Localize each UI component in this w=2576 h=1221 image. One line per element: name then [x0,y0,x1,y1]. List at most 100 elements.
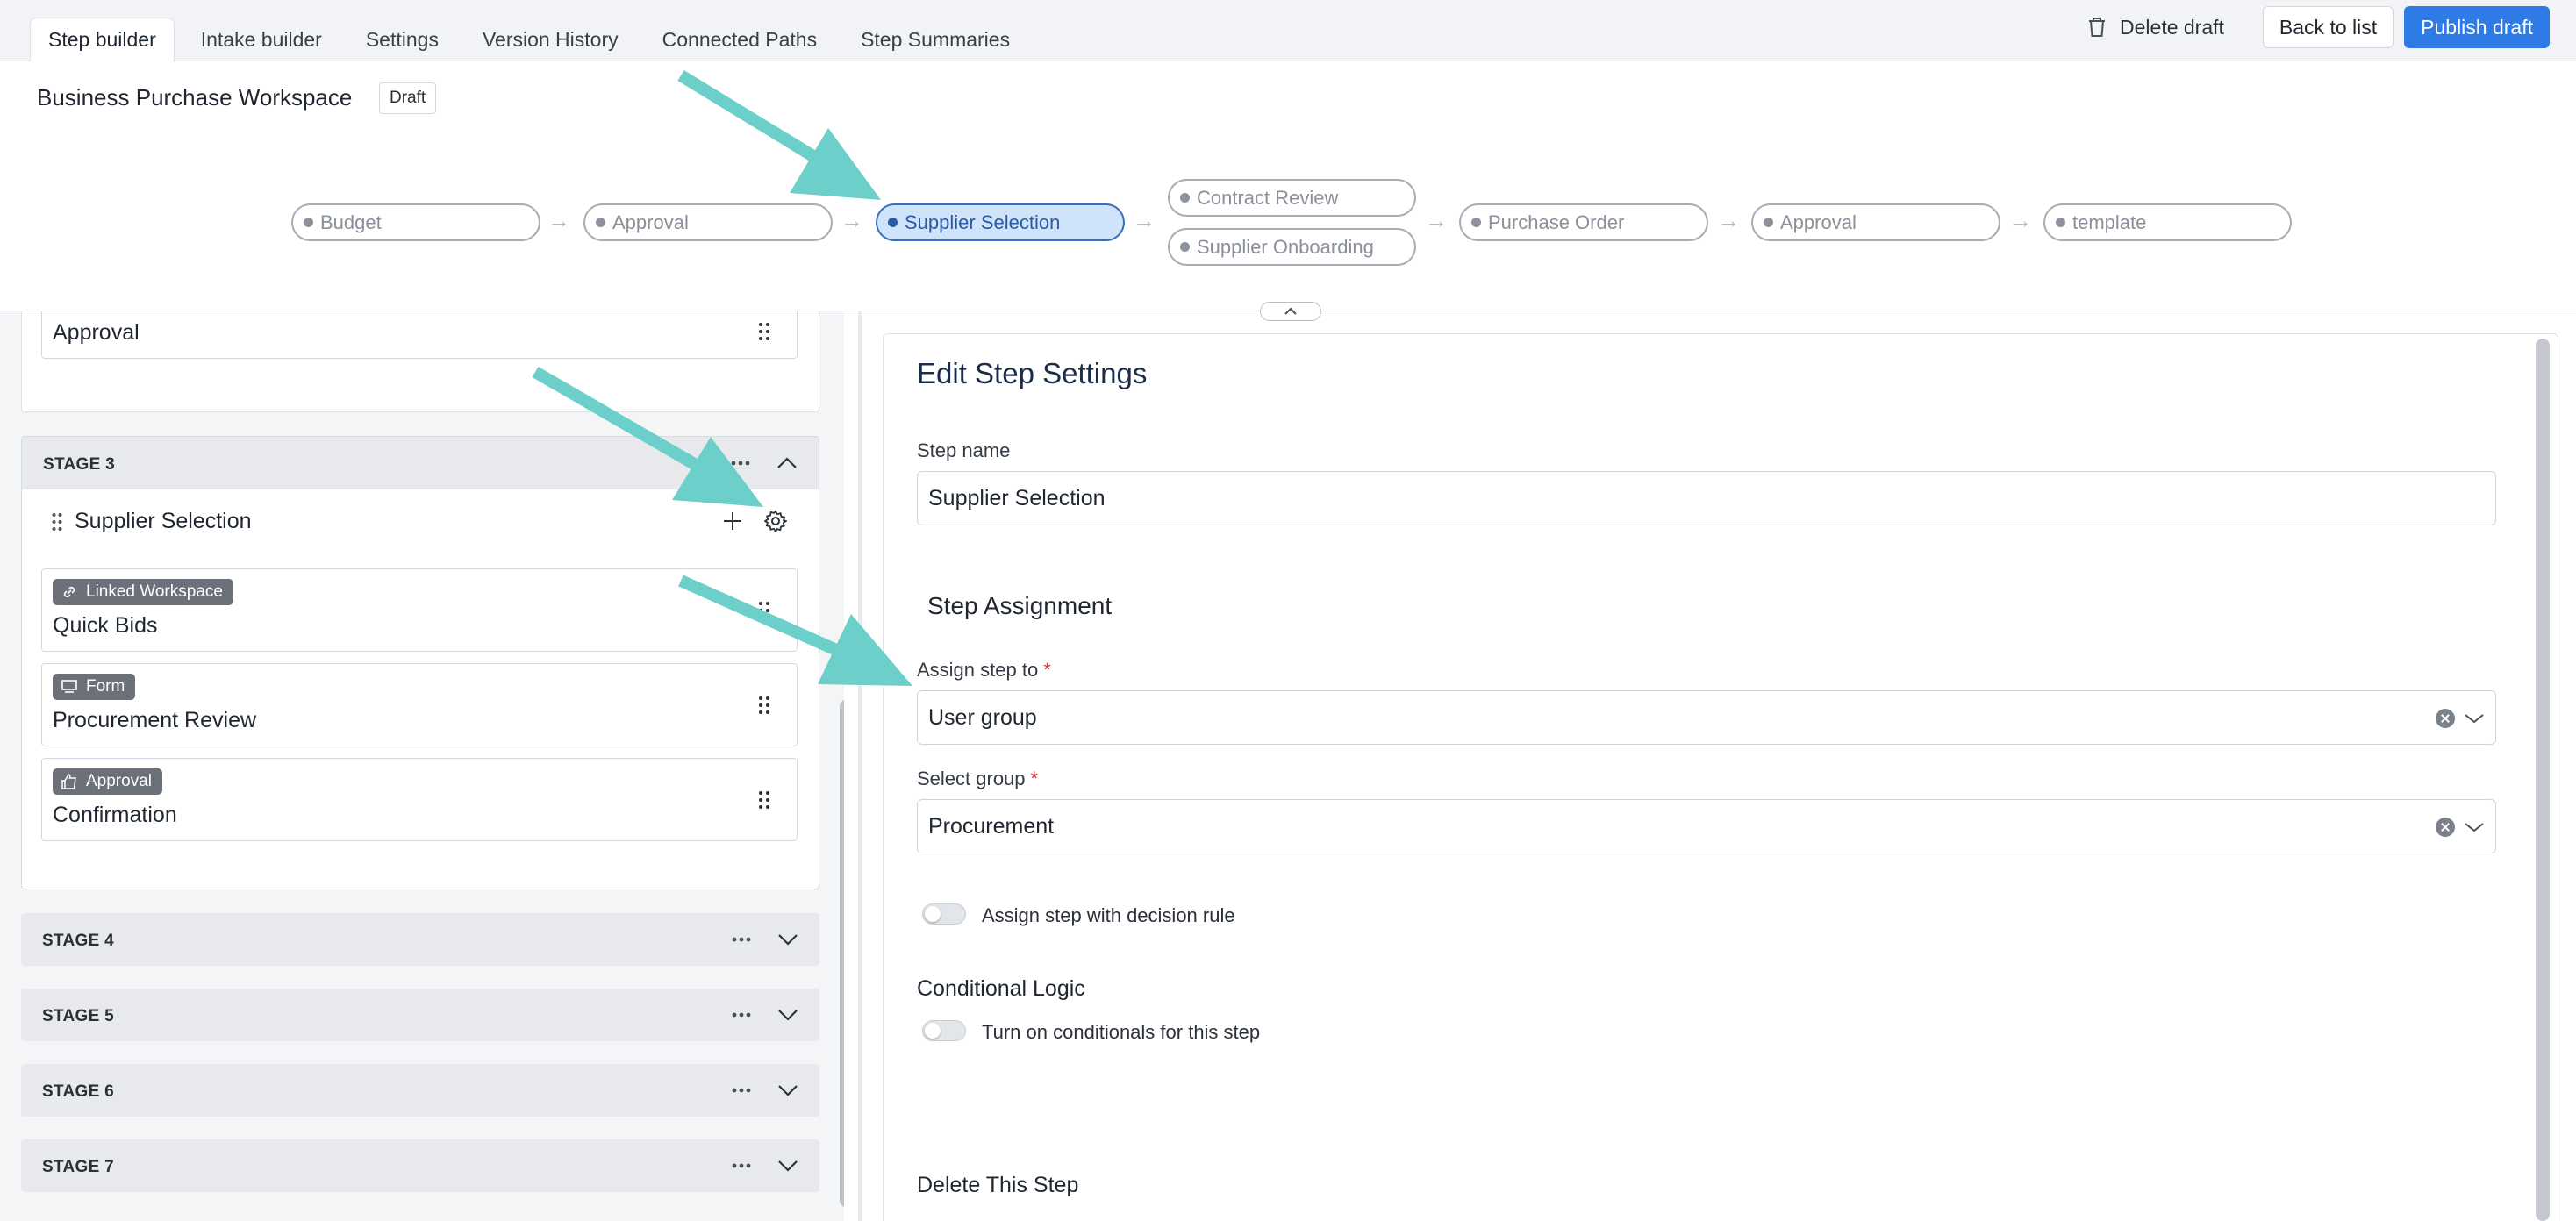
publish-draft-button[interactable]: Publish draft [2404,6,2550,48]
chevron-down-icon[interactable] [777,933,798,946]
select-value: User group [928,704,1037,730]
edit-step-panel: Edit Step Settings Step name Supplier Se… [883,333,2558,1221]
step-title: Procurement Review [53,708,257,732]
step-type-badge: Approval [53,768,162,795]
top-bar: Step builder Intake builder Settings Ver… [0,0,2576,61]
step-name-input[interactable]: Supplier Selection [917,471,2496,525]
step-title: Confirmation [53,803,177,827]
select-group-label: Select group * [917,768,1038,790]
left-scrollbar[interactable] [840,699,844,1208]
flow-node-supplier-selection[interactable]: Supplier Selection [876,204,1125,241]
tab-version-history[interactable]: Version History [465,18,636,61]
stage-label: STAGE 6 [42,1082,114,1101]
gear-icon[interactable] [764,510,787,532]
group-label-text: Select group [917,768,1026,789]
flow-node-budget[interactable]: Budget [291,204,540,241]
tab-step-builder[interactable]: Step builder [30,18,175,61]
node-label: template [2072,211,2147,233]
drag-handle-icon[interactable] [758,601,770,620]
step-name-label: Step name [917,439,1011,461]
chevron-up-icon[interactable] [776,457,798,469]
flow-arrow-icon: → [1717,207,1740,233]
chevron-down-icon[interactable] [777,1160,798,1172]
decision-rule-toggle[interactable] [922,903,966,925]
drag-handle-icon[interactable] [758,696,770,715]
assign-label-text: Assign step to [917,659,1039,681]
delete-draft-button[interactable]: Delete draft [2086,16,2224,39]
chevron-down-icon[interactable] [2464,713,2485,724]
link-icon [63,586,75,598]
flow-arrow-icon: → [1425,207,1448,233]
node-dot [888,218,898,227]
node-dot [596,218,605,227]
chevron-up-icon [1284,307,1297,315]
chevron-down-icon[interactable] [777,1009,798,1021]
select-group-select[interactable]: Procurement [917,799,2496,853]
thumbs-up-icon [61,774,76,789]
conditionals-toggle[interactable] [922,1020,966,1041]
drag-handle-icon[interactable] [52,512,62,532]
back-to-list-button[interactable]: Back to list [2262,6,2394,48]
panel-divider[interactable] [858,311,862,1221]
decision-rule-label: Assign step with decision rule [982,904,1235,926]
stage-5-header[interactable]: STAGE 5 [21,989,819,1041]
flow-node-template[interactable]: template [2043,204,2292,241]
top-actions: Delete draft Back to list Publish draft [2086,6,2550,48]
status-badge: Draft [379,82,437,114]
delete-draft-label: Delete draft [2120,15,2224,39]
trash-icon [2089,18,2106,37]
flow-arrow-icon: → [2009,207,2032,233]
step-type-badge: Form [53,674,136,700]
chevron-down-icon[interactable] [777,1084,798,1096]
tab-intake-builder[interactable]: Intake builder [183,18,340,61]
step-title: Quick Bids [53,613,158,638]
drag-handle-icon[interactable] [758,790,770,810]
required-mark: * [1030,768,1039,789]
step-card[interactable]: Approval Confirmation [41,758,798,841]
node-dot [304,218,313,227]
step-type-label: Form [86,677,125,696]
step-card[interactable]: Linked Workspace Quick Bids [41,568,798,652]
more-options-icon[interactable] [732,1012,751,1018]
select-value: Procurement [928,813,1055,839]
flow-node-purchase-order[interactable]: Purchase Order [1459,204,1708,241]
required-mark: * [1043,659,1051,681]
step-type-label: Approval [86,772,152,790]
stage-6-header[interactable]: STAGE 6 [21,1064,819,1117]
clear-icon[interactable] [2436,818,2455,837]
tab-connected-paths[interactable]: Connected Paths [645,18,834,61]
flow-node-approval[interactable]: Approval [583,204,833,241]
flow-node-approval-2[interactable]: Approval [1751,204,2000,241]
node-label: Purchase Order [1488,211,1625,233]
tab-step-summaries[interactable]: Step Summaries [843,18,1027,61]
step-group-title: Supplier Selection [75,509,252,533]
assign-step-to-select[interactable]: User group [917,690,2496,745]
step-card[interactable]: Approval [41,311,798,359]
stage-3-section: STAGE 3 Supplier Selection Linked Worksp… [21,436,819,889]
tab-settings[interactable]: Settings [348,18,456,61]
node-label: Budget [320,211,382,233]
more-options-icon[interactable] [732,1088,751,1093]
flow-arrow-icon: → [547,207,570,233]
node-dot [1180,193,1190,203]
chevron-down-icon[interactable] [2464,822,2485,832]
drag-handle-icon[interactable] [758,322,770,341]
add-step-icon[interactable] [722,511,743,532]
right-scrollbar[interactable] [2536,339,2550,1221]
node-label: Approval [1780,211,1857,233]
more-options-icon[interactable] [732,937,751,942]
node-label: Supplier Onboarding [1197,235,1374,258]
stage-3-header[interactable]: STAGE 3 [22,437,819,489]
stage-label: STAGE 7 [42,1158,114,1176]
more-options-icon[interactable] [732,1163,751,1168]
clear-icon[interactable] [2436,709,2455,728]
collapse-flow-button[interactable] [1260,302,1321,321]
stage-2-card: Approval [21,311,819,412]
node-dot [1764,218,1773,227]
more-options-icon[interactable] [731,461,750,466]
stage-4-header[interactable]: STAGE 4 [21,913,819,966]
flow-node-contract-review[interactable]: Contract Review [1168,179,1416,217]
stage-7-header[interactable]: STAGE 7 [21,1139,819,1192]
step-card[interactable]: Form Procurement Review [41,663,798,746]
flow-node-supplier-onboarding[interactable]: Supplier Onboarding [1168,228,1416,266]
